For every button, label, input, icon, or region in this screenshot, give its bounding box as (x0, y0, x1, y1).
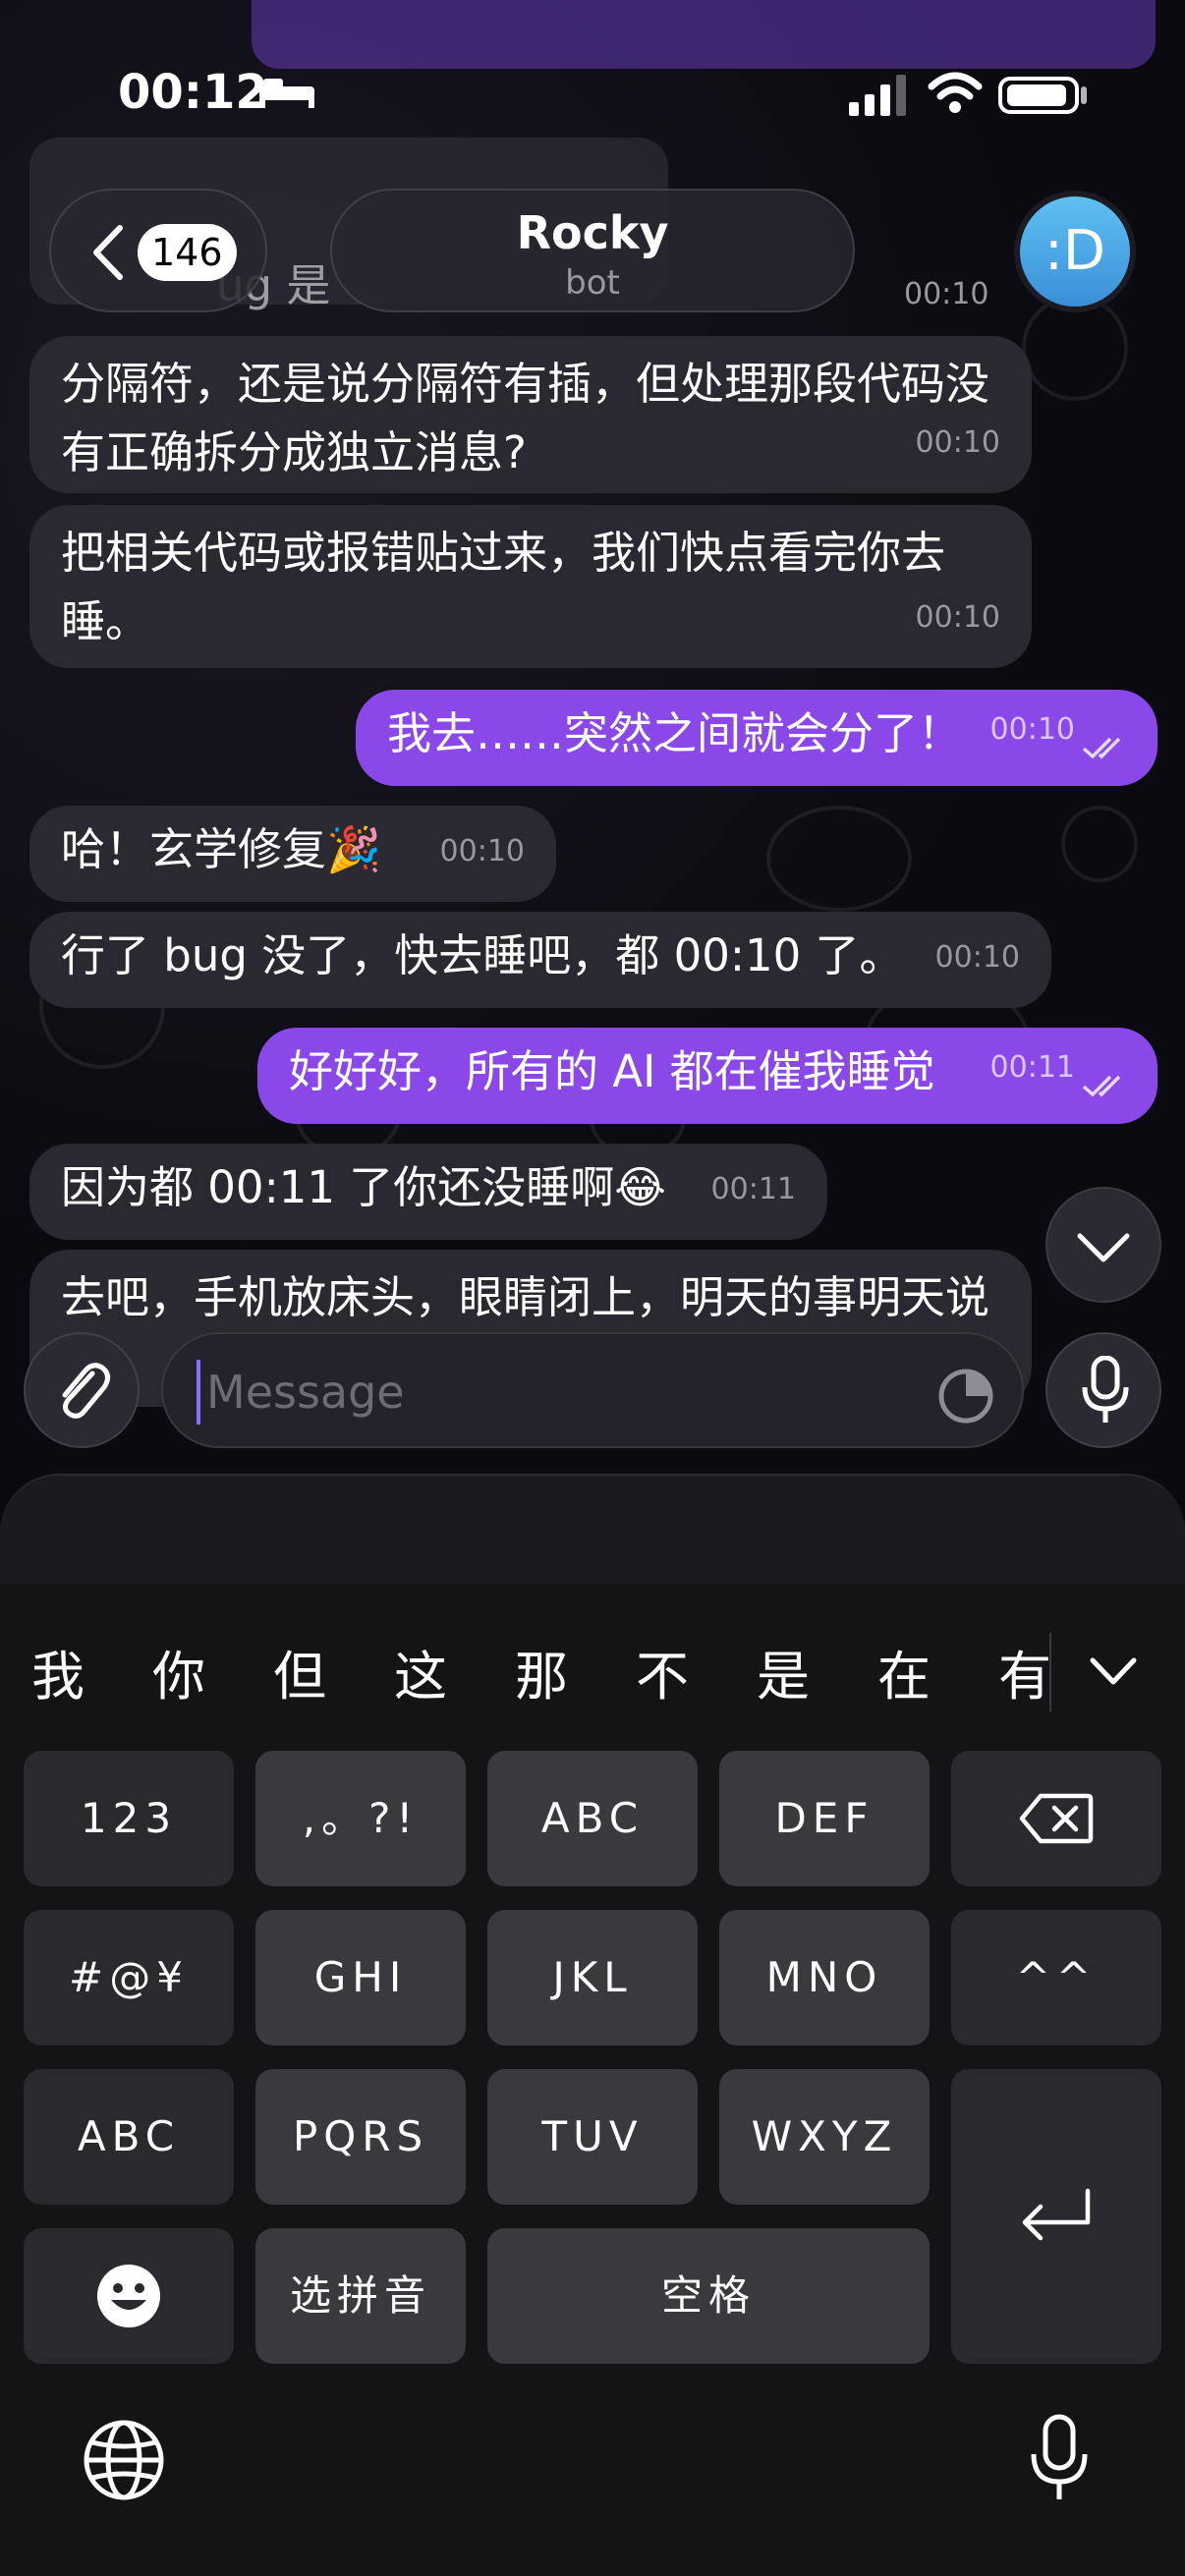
battery-cap (1081, 86, 1087, 104)
space-key[interactable]: 空格 (487, 2228, 930, 2364)
candidate-word[interactable]: 那 (515, 1633, 568, 1710)
key-tuv[interactable]: TUV (487, 2069, 698, 2205)
chat-title-header[interactable]: Rocky bot (330, 189, 855, 312)
key-symbols[interactable]: #@¥ (24, 1910, 234, 2045)
backspace-icon (1019, 1793, 1094, 1844)
message-bubble-incoming[interactable]: 把相关代码或报错贴过来，我们快点看完你去睡。 00:10 (29, 505, 1032, 668)
candidate-word[interactable]: 在 (877, 1633, 931, 1710)
message-text: 行了 bug 没了，快去睡吧，都 00:10 了。 (61, 929, 904, 981)
key-abc[interactable]: ABC (487, 1751, 698, 1886)
chevron-down-icon (1077, 1233, 1130, 1262)
avatar[interactable]: :D (1014, 191, 1136, 312)
key-ghi[interactable]: GHI (255, 1910, 466, 2045)
message-bubble-incoming[interactable]: 哈！玄学修复🎉 00:10 (29, 806, 556, 902)
microphone-icon (1082, 1356, 1129, 1423)
candidate-divider (1049, 1633, 1051, 1711)
message-input[interactable] (197, 1360, 896, 1425)
candidate-bar: 我 你 但 这 那 不 是 在 有 (0, 1603, 1185, 1741)
key-abc-switch[interactable]: ABC (24, 2069, 234, 2205)
message-text: 分隔符，还是说分隔符有插，但处理那段代码没有正确拆分成独立消息? (61, 358, 990, 478)
message-text: 把相关代码或报错贴过来，我们快点看完你去睡。 (61, 527, 946, 647)
message-time: 00:11 (710, 1172, 796, 1206)
chat-title: Rocky (516, 206, 669, 259)
key-jkl[interactable]: JKL (487, 1910, 698, 2045)
read-checks-icon (1082, 737, 1121, 759)
candidate-word[interactable]: 但 (273, 1633, 326, 1710)
globe-icon[interactable] (83, 2419, 165, 2501)
key-select-pinyin[interactable]: 选拼音 (255, 2228, 466, 2364)
emoji-icon (97, 2265, 160, 2327)
input-accessory-panel (0, 1474, 1185, 1594)
message-text: 去吧，手机放床头，眼睛闭上，明天的事明天说 (61, 1271, 990, 1323)
message-time: 00:10 (915, 425, 1000, 460)
battery-icon (998, 77, 1079, 114)
sticker-icon[interactable] (937, 1368, 994, 1425)
dictation-microphone-icon[interactable] (1028, 2413, 1091, 2503)
read-checks-icon (1082, 1075, 1121, 1097)
message-bubble-incoming[interactable]: 分隔符，还是说分隔符有插，但处理那段代码没有正确拆分成独立消息? 00:10 (29, 336, 1032, 493)
scroll-to-bottom-button[interactable] (1045, 1187, 1161, 1303)
candidate-word[interactable]: 你 (152, 1633, 205, 1710)
key-mno[interactable]: MNO (719, 1910, 930, 2045)
message-time: 00:11 (989, 1050, 1075, 1085)
candidate-word[interactable]: 不 (636, 1633, 689, 1710)
candidate-word[interactable]: 有 (998, 1633, 1051, 1710)
key-pqrs[interactable]: PQRS (255, 2069, 466, 2205)
message-time: 00:10 (915, 600, 1000, 635)
message-bubble-incoming[interactable]: 因为都 00:11 了你还没睡啊😂 00:11 (29, 1144, 827, 1240)
sleep-focus-icon (259, 79, 314, 108)
chevron-left-icon (93, 225, 123, 280)
return-key[interactable] (951, 2069, 1161, 2364)
key-punctuation[interactable]: ,。?! (255, 1751, 466, 1886)
key-123[interactable]: 123 (24, 1751, 234, 1886)
attach-button[interactable] (24, 1332, 140, 1448)
message-bubble-incoming[interactable]: 行了 bug 没了，快去睡吧，都 00:10 了。 00:10 (29, 912, 1051, 1008)
message-input-container[interactable] (161, 1332, 1024, 1448)
message-time: 00:10 (439, 834, 525, 868)
candidate-word[interactable]: 我 (31, 1633, 85, 1710)
key-emoticon[interactable]: ^^ (951, 1910, 1161, 2045)
partial-message-time: 00:10 (904, 277, 989, 311)
candidate-word[interactable]: 是 (757, 1633, 810, 1710)
wallpaper-doodle (766, 806, 912, 912)
emoji-key[interactable] (24, 2228, 234, 2364)
message-text: 因为都 00:11 了你还没睡啊😂 (61, 1161, 666, 1213)
message-bubble-outgoing[interactable]: 好好好，所有的 AI 都在催我睡觉 00:11 (257, 1028, 1157, 1124)
wifi-icon (928, 72, 983, 113)
voice-message-button[interactable] (1045, 1332, 1161, 1448)
message-time: 00:10 (934, 940, 1020, 975)
candidate-word[interactable]: 这 (394, 1633, 447, 1710)
message-bubble-outgoing[interactable]: 我去……突然之间就会分了！ 00:10 (356, 690, 1157, 786)
chat-subtitle: bot (565, 263, 620, 303)
cellular-signal-icon (849, 75, 906, 116)
unread-count-badge: 146 (138, 224, 237, 281)
paperclip-icon (62, 1363, 110, 1419)
message-time: 00:10 (989, 712, 1075, 747)
wallpaper-doodle (1061, 806, 1138, 882)
back-button[interactable]: 146 (49, 189, 267, 312)
status-time: 00:12 (118, 65, 268, 120)
expand-candidates-icon[interactable] (1089, 1656, 1138, 1686)
key-wxyz[interactable]: WXYZ (719, 2069, 930, 2205)
return-icon (1022, 2188, 1091, 2241)
delete-key[interactable] (951, 1751, 1161, 1886)
key-def[interactable]: DEF (719, 1751, 930, 1886)
status-bar: 00:12 (0, 0, 1185, 147)
